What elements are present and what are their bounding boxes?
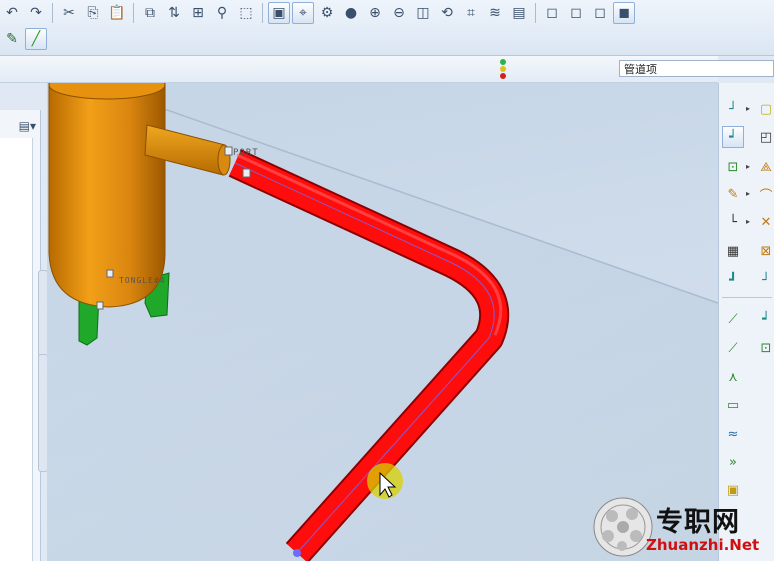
saved-views-icon[interactable]: ⌗ [460,2,482,24]
zoom-fit-icon[interactable]: ◫ [412,2,434,24]
tool-icon[interactable]: ┘ [757,269,774,291]
paste-special-icon[interactable]: ⧉ [139,2,161,24]
jump-icon[interactable]: » [722,451,744,473]
toolbar-separator [133,3,134,23]
layers-icon[interactable]: ≋ [484,2,506,24]
cut-icon[interactable]: ✂ [58,2,80,24]
appearance-sphere-icon[interactable]: ● [340,2,362,24]
no-hidden-icon[interactable]: ◻ [589,2,611,24]
pipeline-icon[interactable]: ┛ [722,269,744,291]
toolbar-row-1: ↶ ↷ ✂ ⎘ 📋 ⧉ ⇅ ⊞ ⚲ ⬚ ▣ ⌖ ⚙ ● ⊕ ⊖ ◫ ⟲ ⌗ ≋ ▤ ◻ ◻ ◻ ◼ [0,0,636,26]
view-manager-icon[interactable]: ⚙ [316,2,338,24]
piping-tool-strip: ┘ ▸ ┙ ⊡ ▸ ✎ ▸ └ ▸ ▦ ┛ ⟋ ⟋ ⋏ ▭ ≈» ▣ ▢ ◰ ⟁ ⌒ ✕ ⊠ ┘ ┙ ⊡ [718,83,774,561]
grid-icon[interactable]: ▦ [722,240,744,262]
selection-filter-dropdown[interactable]: 管道项 [619,60,774,77]
flex-pipe-icon[interactable]: ⟋ [722,337,744,359]
toolbar-separator [262,3,263,23]
tool-icon[interactable]: ⊡ [757,337,774,359]
graphics-viewport[interactable]: PORT TONGLE#4 [47,83,718,561]
draw-line-icon[interactable]: ✎ [722,183,744,205]
route-pipe-icon[interactable]: ┘ [722,98,744,120]
tool-icon[interactable]: ┙ [757,308,774,330]
find-icon[interactable]: ⚲ [211,2,233,24]
pipe-route-icon[interactable]: ╱ [25,28,47,50]
refit-icon[interactable]: ▣ [268,2,290,24]
wireframe-icon[interactable]: ◻ [541,2,563,24]
tank-marker [106,269,114,278]
shading-icon[interactable]: ◼ [613,2,635,24]
tool-separator [722,297,772,298]
add-component-icon[interactable]: ⊡ [722,156,744,178]
watermark-cn-text: 专职网 [656,507,740,538]
watermark-en-text: Zhuanzhi.Net [646,536,760,554]
triangle-icon[interactable]: ⟁ [757,156,774,178]
undo-icon[interactable]: ↶ [1,2,23,24]
model-tree-icon[interactable]: ⊞ [187,2,209,24]
selection-filter-bar [0,56,718,83]
sketch-tool-icon[interactable]: ✎ [1,28,23,50]
insert-fitting-icon[interactable]: ┙ [722,126,744,148]
redo-icon[interactable]: ↷ [25,2,47,24]
model-tree-header: ▤▾ [0,116,40,136]
select-box-icon[interactable]: ⬚ [235,2,257,24]
panel-sashes [38,270,48,490]
zoom-out-icon[interactable]: ⊖ [388,2,410,24]
port-marker-2 [242,168,251,178]
status-light-icon [497,59,509,79]
datum-display-icon[interactable]: ⌖ [292,2,314,24]
model-tree-panel: ▤▾ [0,110,41,561]
model-graphics [47,83,718,561]
toolbar-separator [52,3,53,23]
spec-icon[interactable]: ⟋ [722,308,744,330]
arc-icon[interactable]: ⌒ [757,183,774,205]
tree-settings-icon[interactable]: ▤▾ [19,119,36,133]
connector-icon[interactable]: ⊠ [757,240,774,262]
cross-icon[interactable]: ✕ [757,211,774,233]
yellow-box-icon[interactable]: ▢ [757,98,774,120]
orient-icon[interactable]: ⟲ [436,2,458,24]
flyout-arrow-icon[interactable]: ▸ [746,189,750,198]
fit-icon[interactable]: ◰ [757,126,774,148]
regenerate-icon[interactable]: ⇅ [163,2,185,24]
bend-icon[interactable]: ≈ [722,423,744,445]
repaint-icon[interactable]: ▤ [508,2,530,24]
pipe-end-marker [293,549,301,557]
toolbar-separator [535,3,536,23]
flyout-arrow-icon[interactable]: ▸ [746,104,750,113]
sheet-icon[interactable]: ▭ [722,394,744,416]
flyout-arrow-icon[interactable]: ▸ [746,162,750,171]
toolbar-row-2: ✎ ╱ [0,26,48,52]
watermark-ball-logo [593,497,653,557]
zoom-in-icon[interactable]: ⊕ [364,2,386,24]
flyout-arrow-icon[interactable]: ▸ [746,217,750,226]
tank-marker-2 [96,301,104,310]
paste-icon[interactable]: 📋 [106,2,128,24]
port-marker [224,146,233,156]
hidden-line-icon[interactable]: ◻ [565,2,587,24]
watermark: 专职网 Zhuanzhi.Net [592,494,774,561]
port-label: PORT [233,148,259,158]
main-toolbar: ↶ ↷ ✂ ⎘ 📋 ⧉ ⇅ ⊞ ⚲ ⬚ ▣ ⌖ ⚙ ● ⊕ ⊖ ◫ ⟲ ⌗ ≋ ▤ ◻ ◻ ◻ ◼ ✎ ╱ [0,0,774,56]
copy-icon[interactable]: ⎘ [82,2,104,24]
tank-label: TONGLE#4 [119,276,166,285]
corner-icon[interactable]: └ [722,211,744,233]
model-tree-list[interactable] [0,138,33,561]
branch-icon[interactable]: ⋏ [722,366,744,388]
